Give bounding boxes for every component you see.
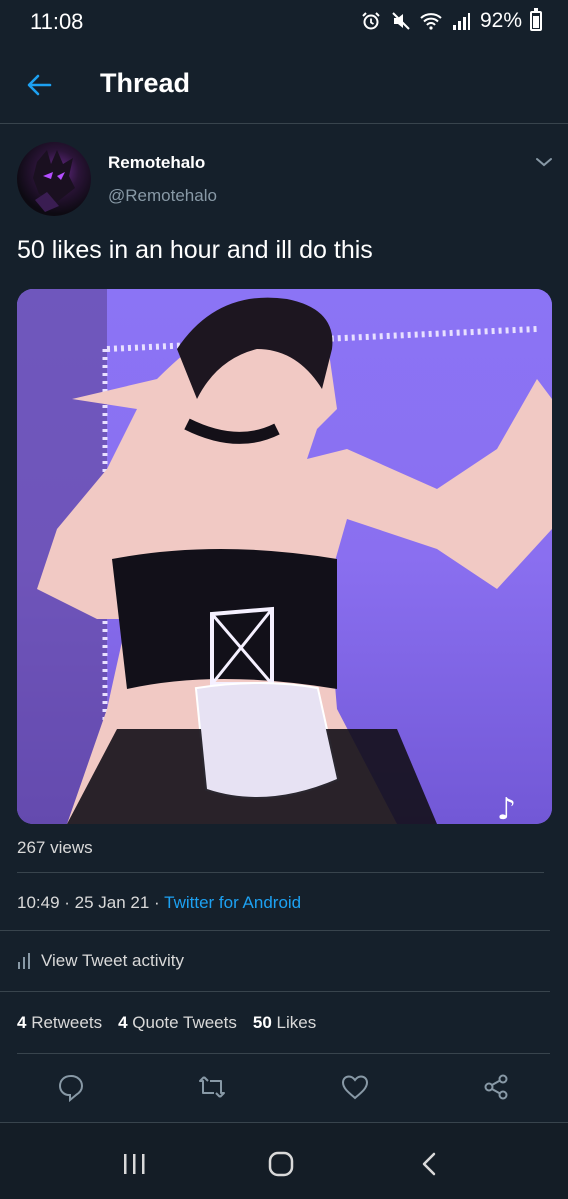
view-tweet-activity[interactable]: View Tweet activity <box>17 951 184 971</box>
retweet-icon[interactable] <box>197 1072 227 1102</box>
tweet-timestamp: 10:49 · 25 Jan 21 · Twitter for Android <box>17 893 301 913</box>
engagement-stats: 4 Retweets 4 Quote Tweets 50 Likes <box>17 1013 316 1033</box>
svg-text:♪: ♪ <box>497 792 516 824</box>
arrow-left-icon <box>27 74 52 96</box>
home-icon[interactable] <box>267 1151 297 1177</box>
tweet-actions <box>0 1060 568 1118</box>
share-icon[interactable] <box>481 1072 511 1102</box>
activity-label: View Tweet activity <box>41 951 184 970</box>
battery-percent: 92% <box>479 9 522 32</box>
mute-icon <box>390 10 412 32</box>
divider <box>0 991 550 992</box>
retweets-stat[interactable]: 4 Retweets <box>17 1013 102 1033</box>
tweet-media[interactable]: ♪ <box>17 289 552 824</box>
signal-icon <box>450 10 472 32</box>
divider <box>17 872 544 873</box>
status-time: 11:08 <box>30 9 84 34</box>
activity-bars-icon <box>18 953 30 969</box>
page-title: Thread <box>100 68 191 98</box>
status-icons: 92% <box>360 8 542 33</box>
divider <box>0 930 550 931</box>
reply-icon[interactable] <box>56 1072 86 1103</box>
tweet-text: 50 likes in an hour and ill do this <box>17 236 373 264</box>
view-count: 267 views <box>17 838 93 857</box>
divider <box>17 1053 550 1054</box>
wifi-icon <box>420 10 442 32</box>
alarm-icon <box>360 10 382 32</box>
avatar[interactable] <box>17 142 91 216</box>
video-thumbnail: ♪ <box>17 289 552 824</box>
likes-stat[interactable]: 50 Likes <box>253 1013 316 1033</box>
chevron-down-icon[interactable] <box>532 150 556 174</box>
tweet-time: 10:49 · 25 Jan 21 · <box>17 893 165 912</box>
back-icon[interactable] <box>416 1151 446 1177</box>
back-button[interactable] <box>22 68 56 102</box>
status-bar: 11:08 92% <box>0 0 568 46</box>
system-navigation-bar <box>0 1122 568 1199</box>
like-icon[interactable] <box>340 1072 370 1102</box>
tweet-source-link[interactable]: Twitter for Android <box>164 893 301 912</box>
battery-icon <box>530 8 542 31</box>
recent-apps-icon[interactable] <box>120 1151 150 1177</box>
top-app-bar: Thread <box>0 46 568 124</box>
author-username[interactable]: @Remotehalo <box>108 186 217 206</box>
quote-tweets-stat[interactable]: 4 Quote Tweets <box>118 1013 237 1033</box>
author-display-name[interactable]: Remotehalo <box>108 153 205 173</box>
